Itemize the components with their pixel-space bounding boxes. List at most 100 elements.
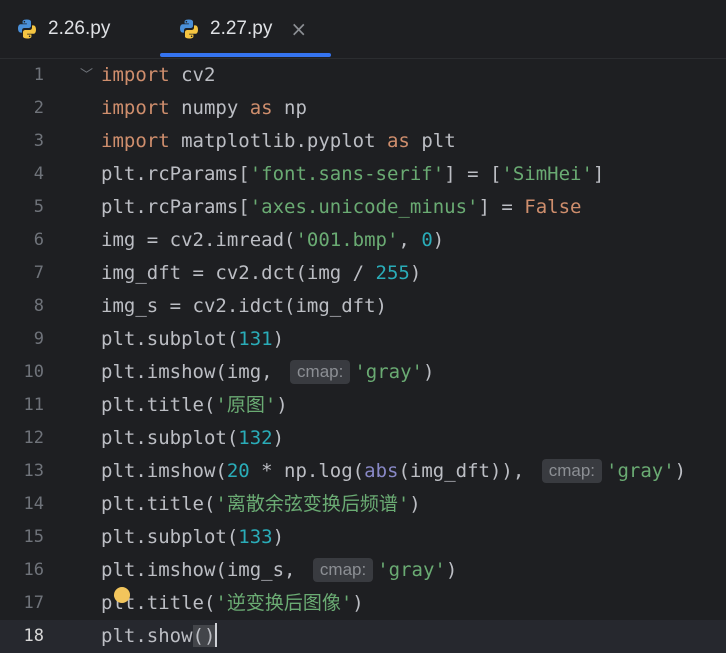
code-token: ]	[592, 163, 605, 185]
code-token: plt.title(	[101, 493, 216, 515]
parameter-hint: cmap:	[290, 360, 351, 384]
line-number: 15	[23, 527, 44, 547]
code-line[interactable]: 7 img_dft = cv2.dct(img / 255)	[0, 257, 726, 290]
close-tab-icon[interactable]: ×	[290, 17, 307, 41]
code-token: 'gray'	[354, 361, 423, 383]
code-text: plt.subplot(133)	[101, 521, 284, 554]
line-number: 2	[33, 98, 44, 118]
code-line[interactable]: 17 plt.title('逆变换后图像')	[0, 587, 726, 620]
line-number: 17	[23, 593, 44, 613]
code-token: )	[409, 262, 422, 284]
code-editor[interactable]: 1 ﹀ import cv2 2 import numpy as np 3 import m…	[0, 59, 726, 653]
tab-label: 2.26.py	[48, 18, 111, 39]
line-number: 6	[33, 230, 44, 250]
code-token: )	[272, 526, 285, 548]
code-text: plt.show()	[101, 620, 218, 653]
parameter-hint: cmap:	[541, 459, 603, 483]
code-token: plt.title(	[101, 394, 216, 416]
code-token: 'axes.unicode_minus'	[249, 196, 479, 218]
code-line[interactable]: 18 plt.show()	[0, 620, 726, 653]
code-token: 131	[238, 328, 273, 350]
code-token: as	[249, 97, 273, 119]
line-number: 11	[23, 395, 44, 415]
code-token: 133	[238, 526, 273, 548]
code-token: plt	[409, 130, 456, 152]
code-token: '原图'	[215, 394, 277, 416]
code-token: )	[272, 328, 285, 350]
line-number: 1	[33, 65, 44, 85]
code-token: import	[101, 130, 170, 152]
code-line[interactable]: 10 plt.imshow(img, cmap:'gray')	[0, 356, 726, 389]
code-text: plt.imshow(img_s, cmap:'gray')	[101, 554, 457, 587]
code-token: cv2	[169, 64, 216, 86]
code-token: False	[524, 196, 582, 218]
code-line[interactable]: 6 img = cv2.imread('001.bmp', 0)	[0, 224, 726, 257]
code-token: plt.rcParams[	[101, 196, 250, 218]
code-text: img_dft = cv2.dct(img / 255)	[101, 257, 421, 290]
code-text: plt.subplot(131)	[101, 323, 284, 356]
code-token: img_s = cv2.idct(img_dft)	[101, 295, 387, 317]
line-number: 12	[23, 428, 44, 448]
code-line[interactable]: 4 plt.rcParams['font.sans-serif'] = ['Sim…	[0, 158, 726, 191]
code-token: np	[272, 97, 307, 119]
code-token: plt.subplot(	[101, 427, 239, 449]
code-token: 'gray'	[377, 559, 446, 581]
fold-chevron-icon[interactable]: ﹀	[80, 59, 93, 92]
line-number: 14	[23, 494, 44, 514]
code-line[interactable]: 3 import matplotlib.pyplot as plt	[0, 125, 726, 158]
code-text: plt.rcParams['font.sans-serif'] = ['SimH…	[101, 158, 604, 191]
code-token: 'SimHei'	[501, 163, 593, 185]
line-number: 5	[33, 197, 44, 217]
code-token: abs	[364, 460, 399, 482]
tab-label: 2.27.py	[210, 18, 273, 39]
code-text: import cv2	[101, 59, 215, 92]
text-caret	[215, 623, 218, 647]
code-token: matplotlib.pyplot	[169, 130, 387, 152]
lightbulb-icon[interactable]	[114, 587, 130, 603]
code-token: )	[674, 460, 687, 482]
code-text: img_s = cv2.idct(img_dft)	[101, 290, 387, 323]
code-token: * np.log(	[249, 460, 365, 482]
code-line[interactable]: 15 plt.subplot(133)	[0, 521, 726, 554]
line-number: 3	[33, 131, 44, 151]
code-line[interactable]: 2 import numpy as np	[0, 92, 726, 125]
code-line[interactable]: 14 plt.title('离散余弦变换后频谱')	[0, 488, 726, 521]
code-text: plt.imshow(img, cmap:'gray')	[101, 356, 434, 389]
code-line[interactable]: 8 img_s = cv2.idct(img_dft)	[0, 290, 726, 323]
code-token: )	[409, 493, 421, 515]
code-line[interactable]: 11 plt.title('原图')	[0, 389, 726, 422]
editor-tab-bar: 2.26.py 2.27.py ×	[0, 0, 726, 59]
code-token: ()	[192, 623, 218, 647]
line-number: 18	[23, 626, 44, 646]
code-token: plt.imshow(img_s,	[101, 559, 307, 581]
code-line[interactable]: 1 ﹀ import cv2	[0, 59, 726, 92]
code-token: )	[272, 427, 285, 449]
line-number: 10	[23, 362, 44, 382]
tab-2-27-py[interactable]: 2.27.py ×	[160, 0, 332, 58]
code-line[interactable]: 16 plt.imshow(img_s, cmap:'gray')	[0, 554, 726, 587]
line-number: 9	[33, 329, 44, 349]
code-token: plt.imshow(	[101, 460, 227, 482]
code-token: '离散余弦变换后频谱'	[215, 493, 410, 515]
code-text: img = cv2.imread('001.bmp', 0)	[101, 224, 444, 257]
code-line[interactable]: 5 plt.rcParams['axes.unicode_minus'] = Fa…	[0, 191, 726, 224]
code-token: plt.rcParams[	[101, 163, 250, 185]
code-text: plt.title('逆变换后图像')	[101, 587, 364, 620]
code-line[interactable]: 12 plt.subplot(132)	[0, 422, 726, 455]
code-token: as	[386, 130, 410, 152]
line-number: 7	[33, 263, 44, 283]
python-icon	[18, 19, 36, 39]
code-text: plt.title('离散余弦变换后频谱')	[101, 488, 421, 521]
code-token: plt.subplot(	[101, 526, 239, 548]
code-token: plt.subplot(	[101, 328, 239, 350]
line-number: 16	[23, 560, 44, 580]
code-token: import	[101, 64, 170, 86]
code-token: (img_dft)),	[398, 460, 536, 482]
code-line[interactable]: 13 plt.imshow(20 * np.log(abs(img_dft)), …	[0, 455, 726, 488]
code-line[interactable]: 9 plt.subplot(131)	[0, 323, 726, 356]
code-token: ,	[398, 229, 422, 251]
tab-2-26-py[interactable]: 2.26.py	[16, 0, 110, 58]
code-token: 'gray'	[606, 460, 675, 482]
code-token: plt.imshow(img,	[101, 361, 285, 383]
code-text: import matplotlib.pyplot as plt	[101, 125, 456, 158]
